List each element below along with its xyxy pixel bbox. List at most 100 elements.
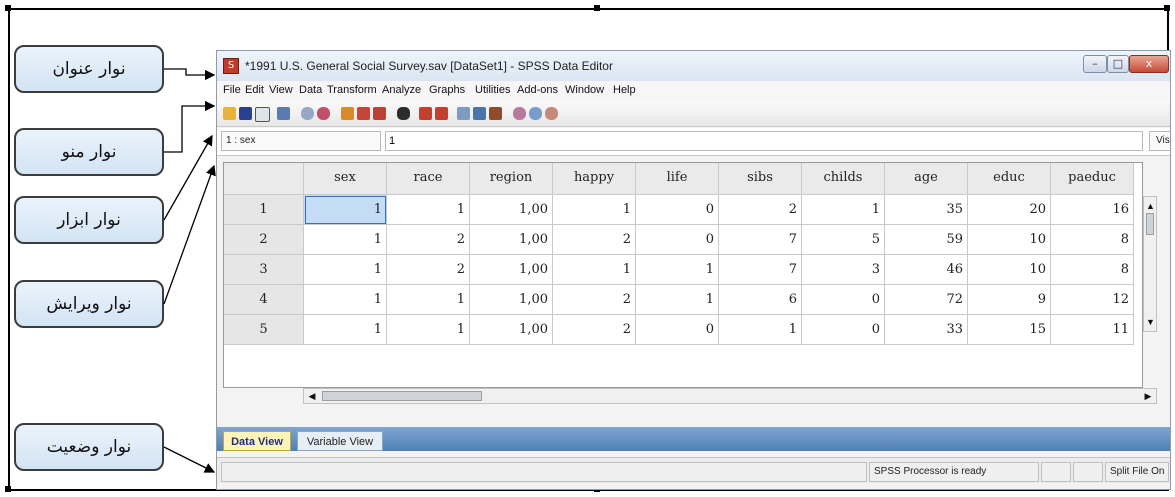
column-header-region[interactable]: region: [470, 163, 553, 195]
data-cell[interactable]: 11: [1051, 315, 1134, 345]
column-header-race[interactable]: race: [387, 163, 470, 195]
data-cell[interactable]: 1: [304, 195, 387, 225]
data-cell[interactable]: 6: [719, 285, 802, 315]
vertical-scrollbar[interactable]: ▲ ▼: [1143, 196, 1157, 332]
scroll-down-icon[interactable]: ▼: [1146, 316, 1155, 328]
data-cell[interactable]: 2: [719, 195, 802, 225]
data-cell[interactable]: 7: [719, 255, 802, 285]
scroll-up-icon[interactable]: ▲: [1146, 200, 1155, 212]
row-header[interactable]: 3: [224, 255, 304, 285]
column-header-happy[interactable]: happy: [553, 163, 636, 195]
menu-data[interactable]: Data: [299, 84, 322, 96]
goto-case-icon[interactable]: [341, 107, 354, 120]
data-cell[interactable]: 7: [719, 225, 802, 255]
find-icon[interactable]: [397, 107, 410, 120]
weight-cases-icon[interactable]: [473, 107, 486, 120]
redo-icon[interactable]: [317, 107, 330, 120]
split-file-icon[interactable]: [457, 107, 470, 120]
select-cases-icon[interactable]: [489, 107, 502, 120]
horizontal-scroll-thumb[interactable]: [322, 391, 482, 401]
data-cell[interactable]: 59: [885, 225, 968, 255]
row-header[interactable]: 4: [224, 285, 304, 315]
scroll-right-icon[interactable]: ▶: [1143, 390, 1153, 402]
print-icon[interactable]: [255, 107, 270, 122]
menu-utilities[interactable]: Utilities: [475, 84, 510, 96]
open-icon[interactable]: [223, 107, 236, 120]
use-sets-icon[interactable]: [529, 107, 542, 120]
data-cell[interactable]: 72: [885, 285, 968, 315]
menu-transform[interactable]: Transform: [327, 84, 377, 96]
data-cell[interactable]: 1: [553, 195, 636, 225]
insert-cases-icon[interactable]: [419, 107, 432, 120]
data-cell[interactable]: 12: [1051, 285, 1134, 315]
show-all-icon[interactable]: [545, 107, 558, 120]
data-cell[interactable]: 20: [968, 195, 1051, 225]
column-header-age[interactable]: age: [885, 163, 968, 195]
menu-add-ons[interactable]: Add-ons: [517, 84, 558, 96]
menu-analyze[interactable]: Analyze: [382, 84, 421, 96]
data-cell[interactable]: 0: [636, 225, 719, 255]
data-cell[interactable]: 0: [802, 285, 885, 315]
data-cell[interactable]: 16: [1051, 195, 1134, 225]
menu-file[interactable]: File: [223, 84, 241, 96]
data-cell[interactable]: 1: [387, 285, 470, 315]
menu-help[interactable]: Help: [613, 84, 636, 96]
data-cell[interactable]: 1,00: [470, 255, 553, 285]
row-header[interactable]: 5: [224, 315, 304, 345]
row-header[interactable]: 2: [224, 225, 304, 255]
data-cell[interactable]: 0: [636, 195, 719, 225]
grid-corner[interactable]: [224, 163, 304, 195]
menu-window[interactable]: Window: [565, 84, 604, 96]
column-header-life[interactable]: life: [636, 163, 719, 195]
data-cell[interactable]: 1: [636, 255, 719, 285]
data-cell[interactable]: 33: [885, 315, 968, 345]
scroll-left-icon[interactable]: ◀: [307, 390, 317, 402]
data-cell[interactable]: 1: [387, 315, 470, 345]
data-cell[interactable]: 1: [304, 285, 387, 315]
data-cell[interactable]: 2: [553, 315, 636, 345]
data-cell[interactable]: 10: [968, 255, 1051, 285]
close-button[interactable]: x: [1129, 55, 1169, 73]
data-cell[interactable]: 1: [719, 315, 802, 345]
dialog-recall-icon[interactable]: [277, 107, 290, 120]
data-cell[interactable]: 1,00: [470, 315, 553, 345]
data-cell[interactable]: 2: [387, 255, 470, 285]
column-header-paeduc[interactable]: paeduc: [1051, 163, 1134, 195]
menu-graphs[interactable]: Graphs: [429, 84, 465, 96]
insert-variable-icon[interactable]: [435, 107, 448, 120]
data-cell[interactable]: 1: [636, 285, 719, 315]
data-cell[interactable]: 1,00: [470, 285, 553, 315]
data-cell[interactable]: 35: [885, 195, 968, 225]
data-cell[interactable]: 0: [636, 315, 719, 345]
data-cell[interactable]: 1: [304, 225, 387, 255]
data-cell[interactable]: 1,00: [470, 225, 553, 255]
data-cell[interactable]: 5: [802, 225, 885, 255]
data-cell[interactable]: 1: [304, 255, 387, 285]
cell-value-input[interactable]: 1: [385, 131, 1143, 151]
maximize-button[interactable]: □: [1107, 55, 1129, 73]
data-cell[interactable]: 10: [968, 225, 1051, 255]
data-cell[interactable]: 1: [802, 195, 885, 225]
data-cell[interactable]: 0: [802, 315, 885, 345]
data-cell[interactable]: 8: [1051, 225, 1134, 255]
data-cell[interactable]: 3: [802, 255, 885, 285]
tab-variable-view[interactable]: Variable View: [297, 431, 383, 451]
undo-icon[interactable]: [301, 107, 314, 120]
tab-data-view[interactable]: Data View: [223, 431, 291, 451]
data-cell[interactable]: 1: [304, 315, 387, 345]
menu-view[interactable]: View: [269, 84, 293, 96]
data-cell[interactable]: 2: [553, 225, 636, 255]
data-cell[interactable]: 8: [1051, 255, 1134, 285]
vertical-scroll-thumb[interactable]: [1146, 213, 1154, 235]
column-header-sibs[interactable]: sibs: [719, 163, 802, 195]
menu-edit[interactable]: Edit: [245, 84, 264, 96]
data-cell[interactable]: 9: [968, 285, 1051, 315]
data-cell[interactable]: 2: [387, 225, 470, 255]
save-icon[interactable]: [239, 107, 252, 120]
column-header-educ[interactable]: educ: [968, 163, 1051, 195]
column-header-childs[interactable]: childs: [802, 163, 885, 195]
column-header-sex[interactable]: sex: [304, 163, 387, 195]
data-cell[interactable]: 2: [553, 285, 636, 315]
data-cell[interactable]: 1,00: [470, 195, 553, 225]
data-cell[interactable]: 1: [387, 195, 470, 225]
